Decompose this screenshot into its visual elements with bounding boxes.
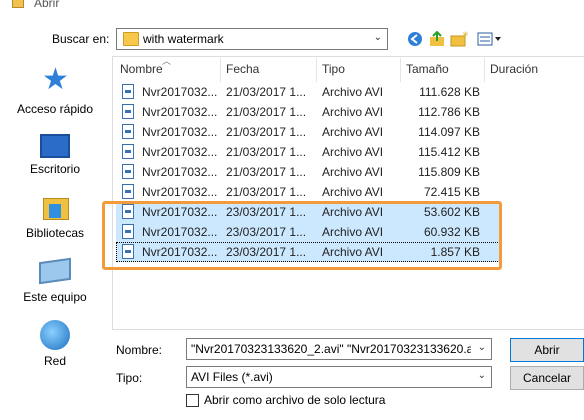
folder-icon [123,32,139,46]
back-arrow-icon[interactable] [406,30,424,48]
column-header-date[interactable]: Fecha [226,62,259,80]
avi-file-icon [122,164,134,179]
file-size: 115.412 KB [418,145,480,159]
cancel-button[interactable]: Cancelar [510,366,584,390]
column-header-size[interactable]: Tamaño [406,62,449,80]
file-name: Nvr2017032... [142,185,218,199]
up-folder-icon[interactable] [428,30,446,48]
this-pc-icon [39,257,71,285]
place-quick-access[interactable]: Acceso rápido [0,62,110,116]
column-divider[interactable] [484,58,485,82]
place-label: Red [43,354,66,368]
column-divider[interactable] [400,58,401,82]
file-type: Archivo AVI [322,145,384,159]
avi-file-icon [122,184,134,199]
avi-file-icon [122,124,134,139]
file-name: Nvr2017032... [142,125,218,139]
view-menu-icon[interactable] [476,30,504,48]
lookin-label: Buscar en: [52,32,110,46]
open-button[interactable]: Abrir [510,338,584,362]
place-network[interactable]: Red [0,320,110,368]
place-label: Escritorio [29,162,80,176]
column-header-duration[interactable]: Duración [490,62,538,80]
file-size: 112.786 KB [418,105,480,119]
file-type: Archivo AVI [322,185,384,199]
places-bar: Acceso rápido Escritorio Bibliotecas Est… [0,56,110,386]
column-divider[interactable] [220,58,221,82]
lookin-dropdown[interactable]: with watermark ⌄ [116,28,388,50]
file-size: 115.809 KB [418,165,480,179]
new-folder-icon[interactable]: ✳ [450,30,468,48]
chevron-down-icon: ⌄ [373,32,382,43]
chevron-down-icon: ⌄ [477,370,486,381]
file-row[interactable]: Nvr2017032... 21/03/2017 1... Archivo AVI 1… [116,122,500,142]
libraries-icon [41,194,69,222]
chevron-down-icon[interactable]: ⌄ [478,342,486,353]
avi-file-icon [122,84,134,99]
file-date: 21/03/2017 1... [226,85,307,99]
file-row[interactable]: Nvr2017032... 21/03/2017 1... Archivo AVI 1… [116,142,500,162]
title-bar: Abrir [0,0,584,14]
folder-icon [12,0,24,8]
place-desktop[interactable]: Escritorio [0,134,110,176]
file-name: Nvr2017032... [142,145,218,159]
quick-access-star-icon [40,62,70,98]
file-row[interactable]: Nvr2017032... 21/03/2017 1... Archivo AVI 7… [116,182,500,202]
file-type: Archivo AVI [322,105,384,119]
filename-label: Nombre: [116,343,163,357]
file-row[interactable]: Nvr2017032... 21/03/2017 1... Archivo AVI 1… [116,162,500,182]
file-name: Nvr2017032... [142,105,218,119]
network-icon [40,320,70,350]
file-name: Nvr2017032... [142,165,218,179]
filetype-value: AVI Files (*.avi) [191,370,273,384]
place-label: Bibliotecas [25,226,85,240]
svg-text:✳: ✳ [462,31,468,39]
file-date: 21/03/2017 1... [226,185,307,199]
place-libraries[interactable]: Bibliotecas [0,194,110,240]
place-label: Acceso rápido [16,102,94,116]
file-size: 111.628 KB [419,85,480,99]
column-header-type[interactable]: Tipo [322,62,345,80]
selection-highlight-box [102,201,502,270]
file-date: 21/03/2017 1... [226,125,307,139]
lookin-value: with watermark [143,32,224,46]
file-type: Archivo AVI [322,165,384,179]
file-date: 21/03/2017 1... [226,105,307,119]
readonly-checkbox[interactable] [186,394,199,407]
file-date: 21/03/2017 1... [226,145,307,159]
file-type: Archivo AVI [322,125,384,139]
filename-input[interactable]: "Nvr20170323133620_2.avi" "Nvr2017032313… [186,338,492,360]
avi-file-icon [122,144,134,159]
file-name: Nvr2017032... [142,85,218,99]
place-this-pc[interactable]: Este equipo [0,257,110,304]
place-label: Este equipo [23,290,87,304]
file-size: 72.415 KB [423,185,480,199]
filetype-select[interactable]: AVI Files (*.avi) ⌄ [186,366,492,388]
column-header-name[interactable]: Nombre [120,62,163,80]
desktop-icon [40,134,70,158]
filename-value: "Nvr20170323133620_2.avi" "Nvr2017032313… [191,342,471,356]
file-type: Archivo AVI [322,85,384,99]
sort-ascending-icon: ︿ [162,56,172,66]
column-divider[interactable] [316,58,317,82]
file-date: 21/03/2017 1... [226,165,307,179]
window-title: Abrir [34,0,60,10]
file-size: 114.097 KB [418,125,480,139]
file-row[interactable]: Nvr2017032... 21/03/2017 1... Archivo AVI 1… [116,102,500,122]
avi-file-icon [122,104,134,119]
filetype-label: Tipo: [116,371,143,385]
readonly-label: Abrir como archivo de solo lectura [204,393,386,407]
file-row[interactable]: Nvr2017032... 21/03/2017 1... Archivo AVI 1… [116,82,500,102]
